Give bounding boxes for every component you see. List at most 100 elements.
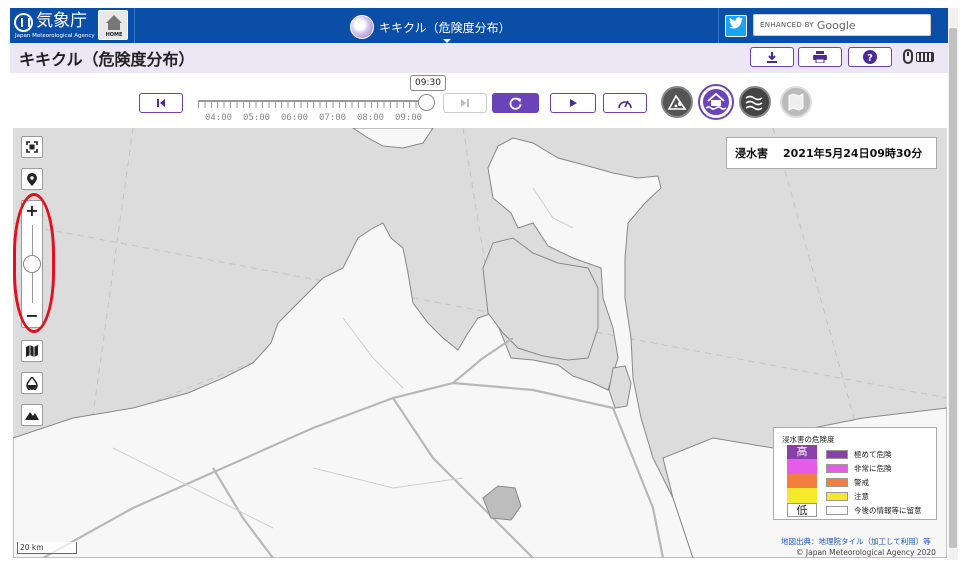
legend-swatch <box>826 491 848 501</box>
map-layer-icon <box>788 93 804 111</box>
print-icon <box>813 51 827 63</box>
service-selector[interactable]: キキクル（危険度分布） <box>350 14 511 43</box>
page-scrollbar[interactable] <box>948 8 958 560</box>
search-input[interactable]: ENHANCED BY Google <box>753 14 931 36</box>
legend-swatch <box>826 463 848 473</box>
scrollbar-thumb[interactable] <box>949 28 957 548</box>
legend-label: 注意 <box>854 491 869 501</box>
legend-swatch <box>826 505 848 515</box>
service-title: キキクル（危険度分布） <box>379 20 511 35</box>
timeline-ticks <box>198 101 428 108</box>
legend-seg <box>787 488 817 503</box>
app-root: 気象庁 Japan Meteorological Agency HOME キキク… <box>0 0 960 575</box>
page-title: キキクル（危険度分布） <box>19 50 195 69</box>
legend-swatch <box>826 449 848 459</box>
print-button[interactable] <box>798 47 842 67</box>
water-drop-icon <box>26 376 38 390</box>
map-view[interactable]: + − 浸水害 2021年5月24日09時30分 浸水害の危険度 高 低 極めて… <box>13 128 947 558</box>
download-icon <box>767 52 777 63</box>
header-divider <box>134 8 135 43</box>
legend-seg <box>787 459 817 474</box>
speedometer-icon <box>618 100 632 109</box>
jump-end-button[interactable] <box>443 93 487 113</box>
legend-seg <box>787 473 817 489</box>
timeline-thumb[interactable] <box>418 94 435 111</box>
basemap-button[interactable] <box>21 340 43 362</box>
highlight-ring <box>13 193 55 333</box>
legend-swatch <box>826 477 848 487</box>
flood-layer-button[interactable] <box>739 86 771 118</box>
home-button[interactable]: HOME <box>98 10 128 40</box>
download-button[interactable] <box>750 47 794 67</box>
legend-item: 極めて危険 <box>826 448 936 460</box>
legend-label: 警戒 <box>854 477 869 487</box>
mouse-icon[interactable] <box>903 49 913 64</box>
tick-label: 07:00 <box>319 113 347 123</box>
jump-start-button[interactable] <box>139 93 183 113</box>
speed-button[interactable] <box>603 93 647 113</box>
play-button[interactable] <box>550 93 596 113</box>
refresh-icon <box>509 97 522 110</box>
legend-label: 極めて危険 <box>854 449 892 459</box>
agency-english-name: Japan Meteorological Agency <box>15 33 95 39</box>
twitter-icon <box>729 17 743 29</box>
kikikuru-icon <box>350 15 374 39</box>
tick-label: 06:00 <box>281 113 309 123</box>
location-pin-icon <box>27 172 37 186</box>
home-label: HOME <box>105 32 123 38</box>
skip-back-icon <box>157 99 165 107</box>
search-label: ENHANCED BY <box>760 21 814 29</box>
help-icon: ? <box>863 50 877 64</box>
home-icon <box>106 15 122 23</box>
legend-item: 非常に危険 <box>826 462 936 474</box>
map-icon <box>26 345 38 357</box>
inundation-layer-button[interactable] <box>700 86 732 118</box>
tick-label: 08:00 <box>357 113 385 123</box>
jma-logo[interactable]: 気象庁 Japan Meteorological Agency <box>14 11 98 41</box>
header-divider <box>718 8 719 43</box>
hazard-info-box: 浸水害 2021年5月24日09時30分 <box>726 137 937 169</box>
hazard-time: 2021年5月24日09時30分 <box>783 147 923 160</box>
legend-label: 非常に危険 <box>854 463 892 473</box>
title-bar: キキクル（危険度分布） ? <box>10 43 948 73</box>
legend-high-label: 高 <box>787 445 817 460</box>
risk-legend: 浸水害の危険度 高 低 極めて危険 非常に危険 警戒 注意 今後の情報等に留意 <box>773 427 937 520</box>
legend-low-label: 低 <box>787 502 817 517</box>
fullscreen-icon <box>26 141 38 153</box>
mountain-icon <box>25 412 39 420</box>
legend-title: 浸水害の危険度 <box>782 435 835 444</box>
legend-scale: 高 低 <box>787 445 817 517</box>
legend-item: 警戒 <box>826 476 936 488</box>
scale-bar: 20 km <box>17 542 77 554</box>
svg-text:?: ? <box>867 53 873 64</box>
current-time-bubble: 09:30 <box>410 75 446 91</box>
map-source-link[interactable]: 地図出典：地理院タイル（加工して利用）等 <box>781 536 931 547</box>
tick-label: 09:00 <box>395 113 423 123</box>
top-header: 気象庁 Japan Meteorological Agency HOME キキク… <box>10 8 948 43</box>
tick-label: 05:00 <box>243 113 271 123</box>
hazard-type: 浸水害 <box>735 147 768 160</box>
tick-label: 04:00 <box>205 113 233 123</box>
help-button[interactable]: ? <box>848 47 892 67</box>
jma-emblem-icon <box>14 13 33 32</box>
search-brand: Google <box>816 18 856 32</box>
agency-name: 気象庁 <box>36 11 87 31</box>
refresh-button[interactable] <box>492 93 539 113</box>
landslide-layer-button[interactable] <box>661 86 693 118</box>
legend-item: 注意 <box>826 490 936 502</box>
legend-label: 今後の情報等に留意 <box>854 505 922 515</box>
skip-forward-icon <box>461 99 469 107</box>
twitter-button[interactable] <box>725 15 747 37</box>
keyboard-icon[interactable] <box>916 52 934 62</box>
fullscreen-button[interactable] <box>21 136 43 158</box>
terrain-button[interactable] <box>21 404 43 426</box>
home-icon-body <box>108 23 120 30</box>
inundation-icon <box>705 92 727 110</box>
flood-icon <box>745 95 763 111</box>
water-button[interactable] <box>21 372 43 394</box>
location-button[interactable] <box>21 168 43 190</box>
map-layer-button[interactable] <box>780 86 812 118</box>
landslide-icon <box>667 94 687 110</box>
copyright-text: © Japan Meteorological Agency 2020 <box>796 548 936 557</box>
play-icon <box>570 99 577 107</box>
